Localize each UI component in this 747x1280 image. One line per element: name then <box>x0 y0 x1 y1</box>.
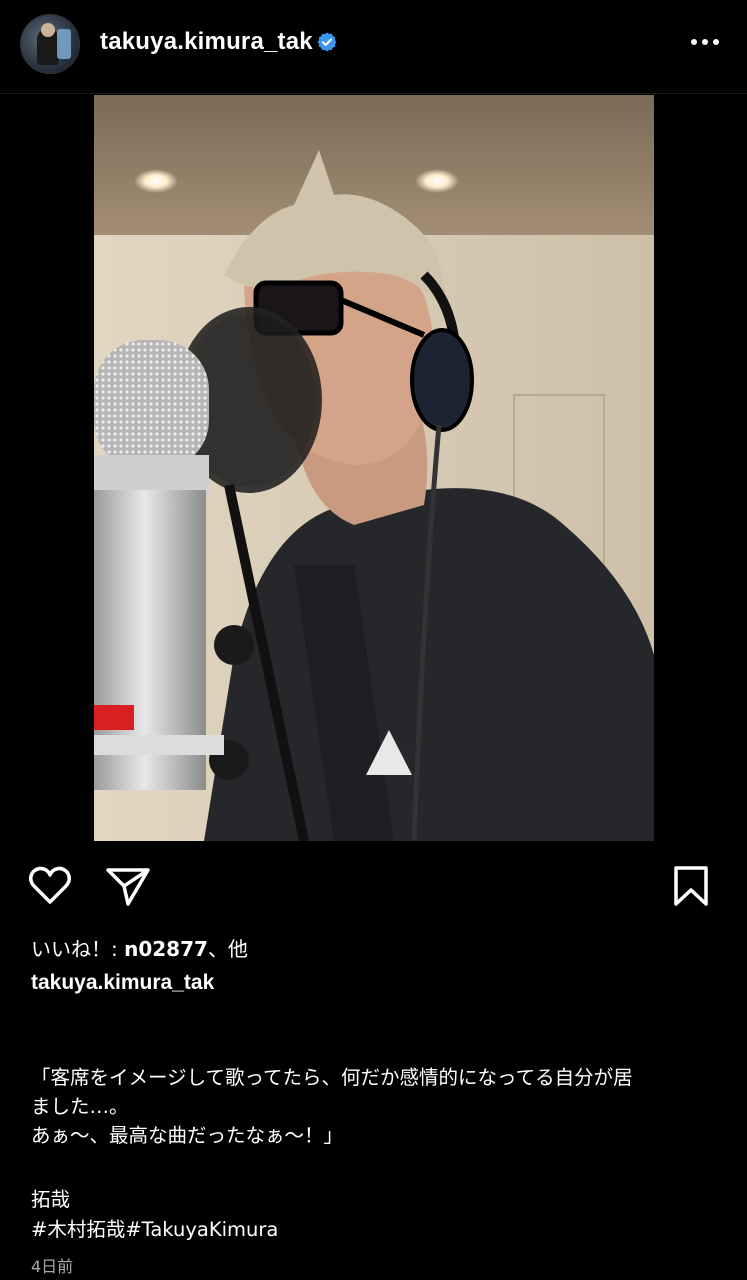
post-photo[interactable] <box>94 95 654 841</box>
heart-icon[interactable] <box>26 862 74 910</box>
share-send-icon[interactable] <box>104 862 152 910</box>
post-timestamp: 4日前 <box>31 1257 74 1276</box>
caption-signature: 拓哉 <box>31 1188 71 1211</box>
avatar-head <box>41 23 55 37</box>
verified-badge-icon <box>317 32 337 52</box>
avatar-background-art <box>57 29 71 59</box>
post-header: takuya.kimura_tak <box>0 0 747 94</box>
post-actions-bar <box>0 862 747 912</box>
caption-text: 「客席をイメージして歌ってたら、何だか感情的になってる自分が居 ました…。 あぁ… <box>31 1066 633 1147</box>
caption-hashtags[interactable]: #木村拓哉#TakuyaKimura <box>31 1213 278 1242</box>
bookmark-icon[interactable] <box>671 862 711 910</box>
caption-username[interactable]: takuya.kimura_tak <box>31 971 214 995</box>
more-dots-icon[interactable] <box>689 30 721 54</box>
likes-suffix: 、他 <box>207 937 248 961</box>
post-username[interactable]: takuya.kimura_tak <box>100 28 313 56</box>
avatar-icon[interactable] <box>20 14 80 74</box>
likes-summary[interactable]: いいね！: n02877、他 <box>31 933 248 962</box>
likes-username[interactable]: n02877 <box>124 937 208 961</box>
post-photo-image <box>94 95 654 841</box>
likes-prefix: いいね！: <box>31 937 125 961</box>
